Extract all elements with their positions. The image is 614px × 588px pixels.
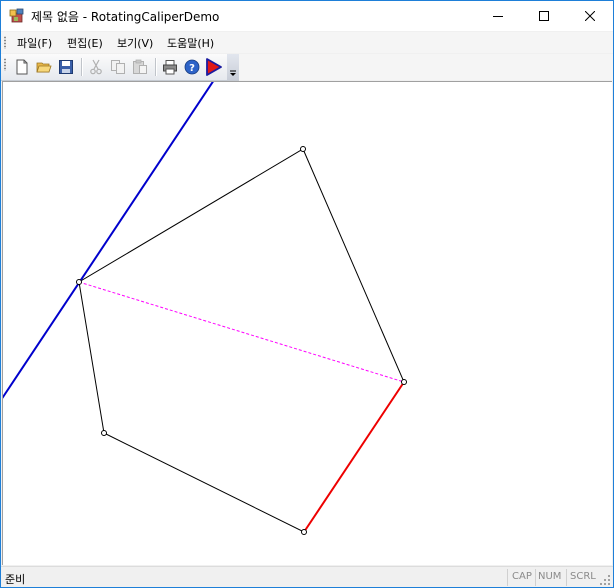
cut-icon — [90, 59, 102, 75]
print-button[interactable] — [161, 58, 179, 76]
convex-hull-polygon — [78, 148, 405, 533]
menu-help[interactable]: 도움말(H) — [167, 35, 214, 51]
status-bar: 준비 CAP NUM SCRL — [1, 566, 613, 587]
status-cap: CAP — [512, 571, 532, 582]
status-scrl: SCRL — [570, 571, 596, 582]
copy-icon — [111, 60, 125, 74]
vertex-point[interactable] — [300, 146, 306, 152]
app-icon[interactable] — [9, 8, 25, 24]
new-document-icon — [16, 59, 28, 75]
toolbar-strip: ? — [1, 54, 239, 81]
status-divider — [535, 569, 536, 586]
open-folder-icon — [36, 62, 52, 73]
status-num: NUM — [538, 571, 562, 582]
vertex-point[interactable] — [101, 430, 107, 436]
menu-file[interactable]: 파일(F) — [17, 35, 52, 51]
open-button[interactable] — [35, 58, 53, 76]
print-icon — [163, 60, 177, 75]
toolbar-separator — [81, 58, 83, 76]
caliper-drawing — [3, 82, 407, 535]
antipodal-edge — [303, 381, 405, 533]
close-icon — [585, 11, 595, 21]
chevron-down-icon — [230, 70, 236, 76]
toolbar: ? — [1, 54, 613, 81]
app-window: 제목 없음 - RotatingCaliperDemo 파일(F) 편집(E) … — [0, 0, 614, 588]
toolbar-separator — [155, 58, 157, 76]
status-divider — [566, 569, 567, 586]
minimize-icon — [493, 16, 503, 17]
caliper-line — [3, 82, 214, 399]
copy-button[interactable] — [109, 58, 127, 76]
save-icon — [59, 60, 73, 74]
maximize-button[interactable] — [521, 1, 567, 31]
close-button[interactable] — [567, 1, 613, 31]
window-title: 제목 없음 - RotatingCaliperDemo — [31, 10, 220, 24]
menu-bar: 파일(F) 편집(E) 보기(V) 도움말(H) — [1, 32, 613, 53]
status-text: 준비 — [5, 573, 26, 586]
resize-grip-icon[interactable] — [599, 574, 611, 586]
diameter-line — [78, 281, 405, 383]
run-button[interactable] — [205, 58, 223, 76]
maximize-icon — [539, 11, 549, 21]
menu-view[interactable]: 보기(V) — [117, 35, 153, 51]
status-divider — [507, 569, 508, 586]
paste-button[interactable] — [131, 58, 149, 76]
menu-grip[interactable] — [4, 36, 6, 49]
toolbar-grip[interactable] — [4, 58, 6, 71]
menu-edit[interactable]: 편집(E) — [67, 35, 103, 51]
vertex-point[interactable] — [301, 529, 307, 535]
save-button[interactable] — [57, 58, 75, 76]
play-icon — [206, 58, 222, 76]
vertex-point[interactable] — [401, 379, 407, 385]
vertex-point[interactable] — [76, 279, 82, 285]
toolbar-overflow-button[interactable] — [227, 54, 239, 80]
minimize-button[interactable] — [475, 1, 521, 31]
cut-button[interactable] — [87, 58, 105, 76]
title-bar[interactable]: 제목 없음 - RotatingCaliperDemo — [1, 1, 613, 31]
new-button[interactable] — [13, 58, 31, 76]
help-icon: ? — [184, 59, 200, 75]
paste-icon — [133, 59, 147, 74]
svg-text:?: ? — [189, 63, 195, 74]
about-button[interactable]: ? — [183, 58, 201, 76]
drawing-canvas[interactable] — [2, 81, 612, 565]
